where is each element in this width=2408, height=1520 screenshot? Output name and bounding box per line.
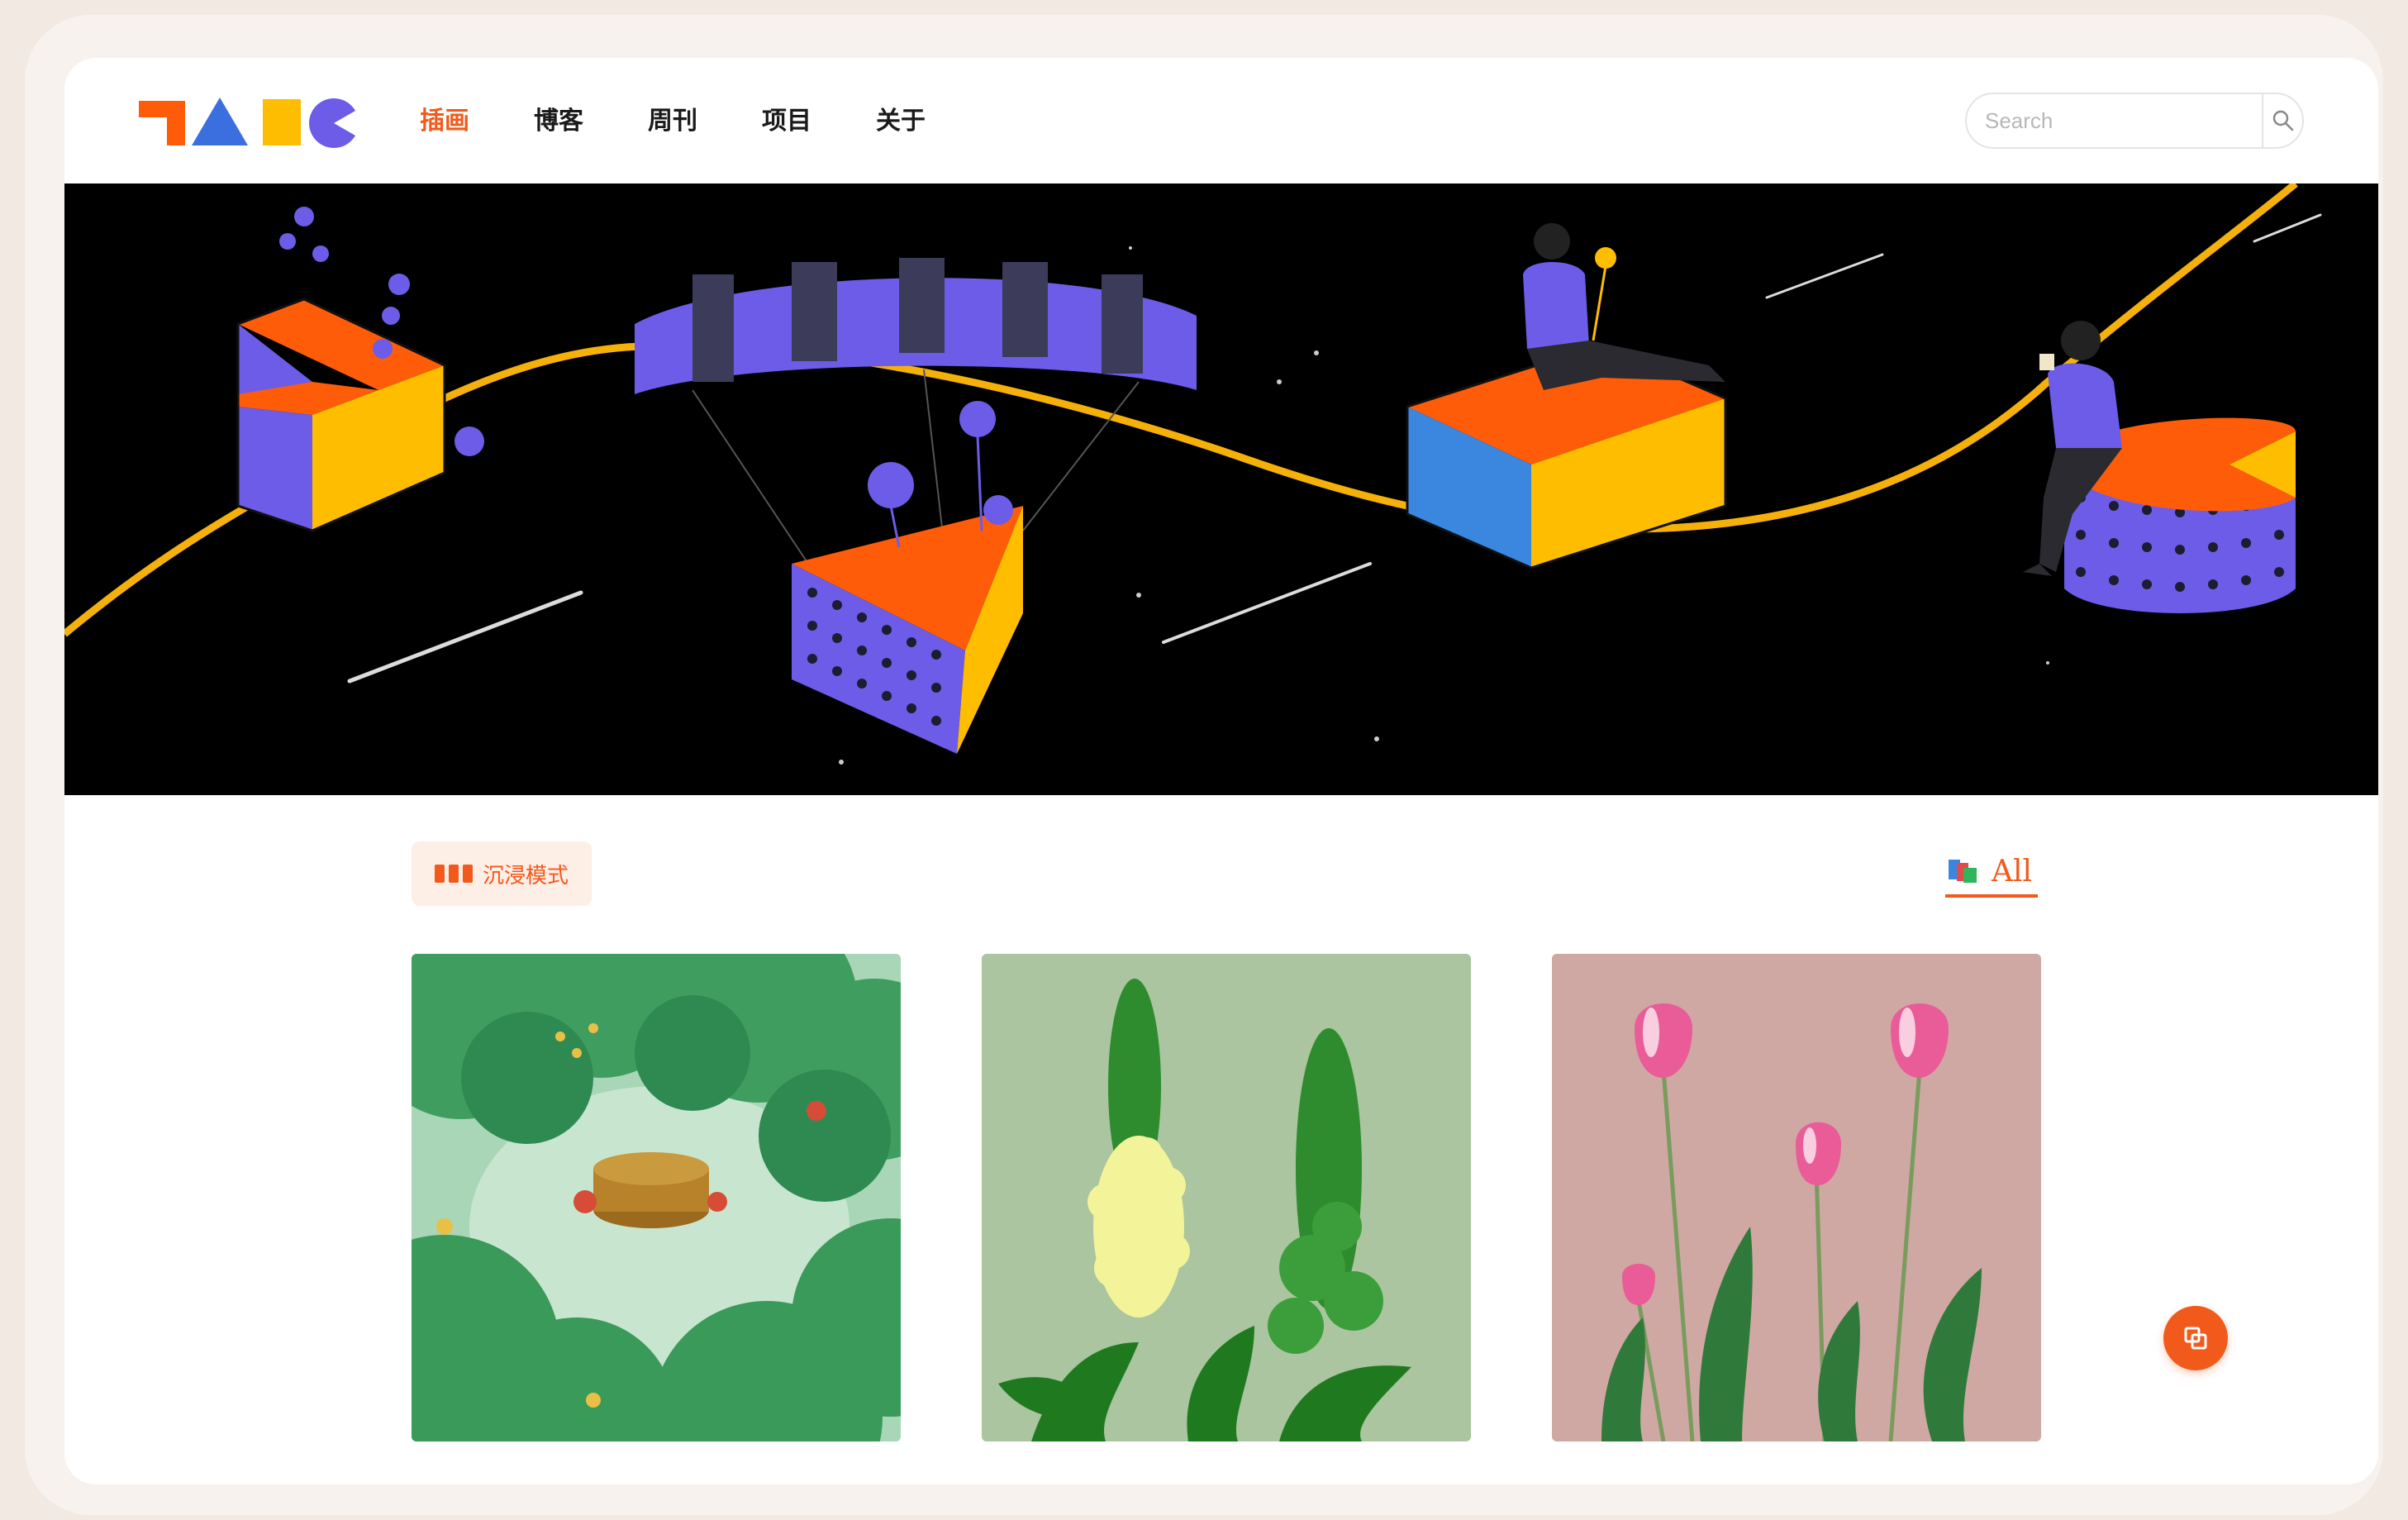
nav-item-blog[interactable]: 博客 [534, 101, 648, 142]
logo-orange-shape-icon [139, 101, 185, 145]
immersive-mode-button[interactable]: 沉浸模式 [412, 841, 592, 906]
search-icon [2272, 110, 2293, 131]
logo-square-icon [263, 99, 301, 145]
browser-window: 插画 博客 周刊 项目 关于 Search 沉浸模式 All [64, 58, 2378, 1484]
search-button[interactable] [2262, 94, 2302, 147]
shooting-stars [347, 213, 2322, 684]
gallery-card-forest[interactable] [412, 954, 901, 1441]
site-header: 插画 博客 周刊 项目 关于 [64, 58, 2378, 183]
nav-item-projects[interactable]: 项目 [762, 101, 876, 142]
immersive-mode-label: 沉浸模式 [482, 863, 569, 889]
nav-item-weekly[interactable]: 周刊 [648, 101, 762, 142]
search-box [1965, 93, 2304, 149]
hero-banner [64, 183, 2378, 795]
layers-button[interactable] [2163, 1306, 2228, 1370]
logo-pacman-icon [309, 98, 355, 148]
bars-icon [434, 865, 473, 883]
gallery-card-snapdragon[interactable] [982, 954, 1471, 1441]
search-input[interactable] [1967, 94, 2262, 147]
layers-icon [2184, 1327, 2207, 1350]
filter-label: All [1992, 854, 2033, 889]
books-icon [1949, 860, 1977, 883]
l-block [236, 207, 484, 532]
gallery-card-tulips[interactable] [1552, 954, 2041, 1441]
main-nav: 插画 博客 周刊 项目 关于 [420, 101, 990, 142]
snapdragon-flowers-image [982, 954, 1471, 1441]
hero-illustration [64, 183, 2322, 765]
forest-clearing-image [412, 954, 901, 1441]
pink-tulips-image [1552, 954, 2041, 1441]
nav-item-about[interactable]: 关于 [876, 101, 990, 142]
parachute [635, 258, 1197, 754]
logo-triangle-icon [192, 98, 248, 145]
cube-block [1406, 223, 1727, 569]
category-filter[interactable]: All [1945, 848, 2038, 898]
pie-cylinder-block [2023, 321, 2296, 613]
nav-item-illustration[interactable]: 插画 [420, 101, 534, 142]
site-logo[interactable] [139, 94, 362, 152]
